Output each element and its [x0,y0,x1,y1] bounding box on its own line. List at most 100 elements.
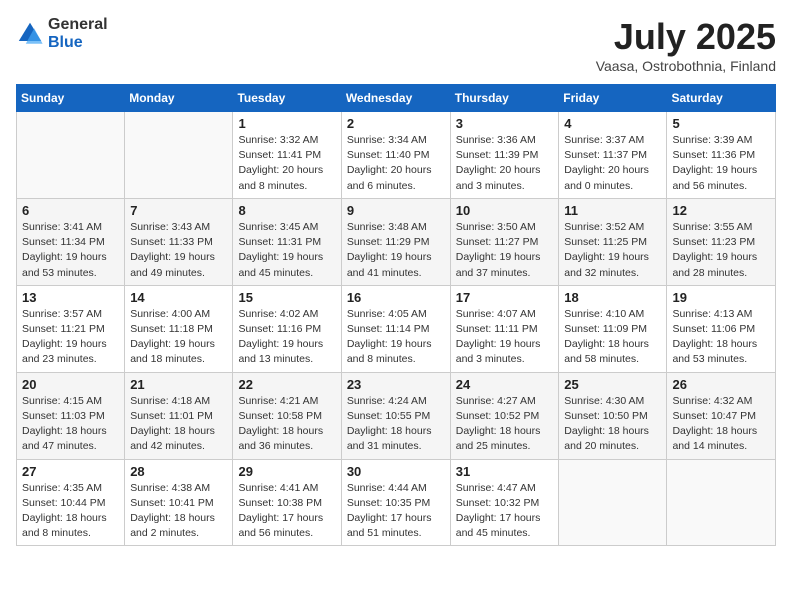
day-detail: Sunrise: 3:55 AMSunset: 11:23 PMDaylight… [672,220,770,281]
day-detail: Sunrise: 3:37 AMSunset: 11:37 PMDaylight… [564,133,661,194]
calendar-cell: 13 Sunrise: 3:57 AMSunset: 11:21 PMDaylig… [17,285,125,372]
calendar-cell: 17 Sunrise: 4:07 AMSunset: 11:11 PMDaylig… [450,285,559,372]
day-detail: Sunrise: 3:41 AMSunset: 11:34 PMDaylight… [22,220,119,281]
day-number: 17 [456,290,554,305]
header-thursday: Thursday [450,85,559,112]
month-title: July 2025 [596,16,776,58]
day-detail: Sunrise: 4:24 AMSunset: 10:55 PMDaylight… [347,394,445,455]
calendar-table: SundayMondayTuesdayWednesdayThursdayFrid… [16,84,776,546]
day-number: 26 [672,377,770,392]
day-detail: Sunrise: 3:50 AMSunset: 11:27 PMDaylight… [456,220,554,281]
calendar-week-row: 1 Sunrise: 3:32 AMSunset: 11:41 PMDayligh… [17,112,776,199]
day-detail: Sunrise: 4:47 AMSunset: 10:32 PMDaylight… [456,481,554,542]
day-number: 30 [347,464,445,479]
calendar-week-row: 6Sunrise: 3:41 AMSunset: 11:34 PMDayligh… [17,198,776,285]
day-detail: Sunrise: 4:00 AMSunset: 11:18 PMDaylight… [130,307,227,368]
calendar-cell: 1 Sunrise: 3:32 AMSunset: 11:41 PMDayligh… [233,112,341,199]
day-detail: Sunrise: 3:43 AMSunset: 11:33 PMDaylight… [130,220,227,281]
day-number: 20 [22,377,119,392]
day-detail: Sunrise: 4:02 AMSunset: 11:16 PMDaylight… [238,307,335,368]
header-wednesday: Wednesday [341,85,450,112]
calendar-cell: 31 Sunrise: 4:47 AMSunset: 10:32 PMDaylig… [450,459,559,546]
calendar-cell: 21Sunrise: 4:18 AMSunset: 11:01 PMDaylig… [125,372,233,459]
day-detail: Sunrise: 4:13 AMSunset: 11:06 PMDaylight… [672,307,770,368]
header-tuesday: Tuesday [233,85,341,112]
logo-icon [16,20,44,48]
header-sunday: Sunday [17,85,125,112]
day-detail: Sunrise: 4:32 AMSunset: 10:47 PMDaylight… [672,394,770,455]
calendar-cell: 28Sunrise: 4:38 AMSunset: 10:41 PMDaylig… [125,459,233,546]
day-number: 13 [22,290,119,305]
calendar-cell: 11 Sunrise: 3:52 AMSunset: 11:25 PMDaylig… [559,198,667,285]
header-friday: Friday [559,85,667,112]
day-number: 1 [238,116,335,131]
day-detail: Sunrise: 4:07 AMSunset: 11:11 PMDaylight… [456,307,554,368]
day-detail: Sunrise: 3:57 AMSunset: 11:21 PMDaylight… [22,307,119,368]
day-detail: Sunrise: 3:48 AMSunset: 11:29 PMDaylight… [347,220,445,281]
calendar-cell: 3 Sunrise: 3:36 AMSunset: 11:39 PMDayligh… [450,112,559,199]
day-detail: Sunrise: 4:15 AMSunset: 11:03 PMDaylight… [22,394,119,455]
calendar-cell [125,112,233,199]
day-detail: Sunrise: 3:52 AMSunset: 11:25 PMDaylight… [564,220,661,281]
day-detail: Sunrise: 4:41 AMSunset: 10:38 PMDaylight… [238,481,335,542]
day-detail: Sunrise: 4:44 AMSunset: 10:35 PMDaylight… [347,481,445,542]
header-monday: Monday [125,85,233,112]
day-number: 12 [672,203,770,218]
day-number: 10 [456,203,554,218]
logo: General Blue [16,16,108,51]
day-number: 27 [22,464,119,479]
day-detail: Sunrise: 4:10 AMSunset: 11:09 PMDaylight… [564,307,661,368]
calendar-cell: 4 Sunrise: 3:37 AMSunset: 11:37 PMDayligh… [559,112,667,199]
calendar-cell: 27Sunrise: 4:35 AMSunset: 10:44 PMDaylig… [17,459,125,546]
day-detail: Sunrise: 4:27 AMSunset: 10:52 PMDaylight… [456,394,554,455]
calendar-cell: 12 Sunrise: 3:55 AMSunset: 11:23 PMDaylig… [667,198,776,285]
day-detail: Sunrise: 4:18 AMSunset: 11:01 PMDaylight… [130,394,227,455]
calendar-header-row: SundayMondayTuesdayWednesdayThursdayFrid… [17,85,776,112]
day-number: 4 [564,116,661,131]
header-saturday: Saturday [667,85,776,112]
calendar-cell: 16Sunrise: 4:05 AMSunset: 11:14 PMDaylig… [341,285,450,372]
calendar-cell: 10 Sunrise: 3:50 AMSunset: 11:27 PMDaylig… [450,198,559,285]
day-number: 9 [347,203,445,218]
page-header: General Blue July 2025 Vaasa, Ostrobothn… [16,16,776,74]
day-detail: Sunrise: 4:38 AMSunset: 10:41 PMDaylight… [130,481,227,542]
day-number: 15 [238,290,335,305]
calendar-cell [667,459,776,546]
day-number: 11 [564,203,661,218]
day-number: 25 [564,377,661,392]
day-number: 3 [456,116,554,131]
calendar-cell: 25 Sunrise: 4:30 AMSunset: 10:50 PMDaylig… [559,372,667,459]
calendar-week-row: 13 Sunrise: 3:57 AMSunset: 11:21 PMDaylig… [17,285,776,372]
day-number: 8 [238,203,335,218]
day-number: 16 [347,290,445,305]
day-number: 7 [130,203,227,218]
day-number: 5 [672,116,770,131]
day-detail: Sunrise: 3:39 AMSunset: 11:36 PMDaylight… [672,133,770,194]
day-number: 31 [456,464,554,479]
day-number: 14 [130,290,227,305]
day-detail: Sunrise: 3:32 AMSunset: 11:41 PMDaylight… [238,133,335,194]
calendar-cell: 20 Sunrise: 4:15 AMSunset: 11:03 PMDaylig… [17,372,125,459]
calendar-cell: 22 Sunrise: 4:21 AMSunset: 10:58 PMDaylig… [233,372,341,459]
day-detail: Sunrise: 4:21 AMSunset: 10:58 PMDaylight… [238,394,335,455]
day-detail: Sunrise: 4:30 AMSunset: 10:50 PMDaylight… [564,394,661,455]
calendar-cell: 23 Sunrise: 4:24 AMSunset: 10:55 PMDaylig… [341,372,450,459]
day-number: 24 [456,377,554,392]
logo-text: General Blue [48,16,108,51]
calendar-cell: 18 Sunrise: 4:10 AMSunset: 11:09 PMDaylig… [559,285,667,372]
day-number: 23 [347,377,445,392]
location-subtitle: Vaasa, Ostrobothnia, Finland [596,58,776,74]
day-number: 18 [564,290,661,305]
calendar-cell [17,112,125,199]
calendar-cell: 7 Sunrise: 3:43 AMSunset: 11:33 PMDayligh… [125,198,233,285]
calendar-cell: 9 Sunrise: 3:48 AMSunset: 11:29 PMDayligh… [341,198,450,285]
calendar-cell: 8 Sunrise: 3:45 AMSunset: 11:31 PMDayligh… [233,198,341,285]
calendar-cell: 30 Sunrise: 4:44 AMSunset: 10:35 PMDaylig… [341,459,450,546]
day-detail: Sunrise: 3:45 AMSunset: 11:31 PMDaylight… [238,220,335,281]
logo-general-text: General [48,16,108,34]
calendar-cell: 15 Sunrise: 4:02 AMSunset: 11:16 PMDaylig… [233,285,341,372]
day-number: 2 [347,116,445,131]
day-number: 22 [238,377,335,392]
day-detail: Sunrise: 3:36 AMSunset: 11:39 PMDaylight… [456,133,554,194]
day-number: 19 [672,290,770,305]
